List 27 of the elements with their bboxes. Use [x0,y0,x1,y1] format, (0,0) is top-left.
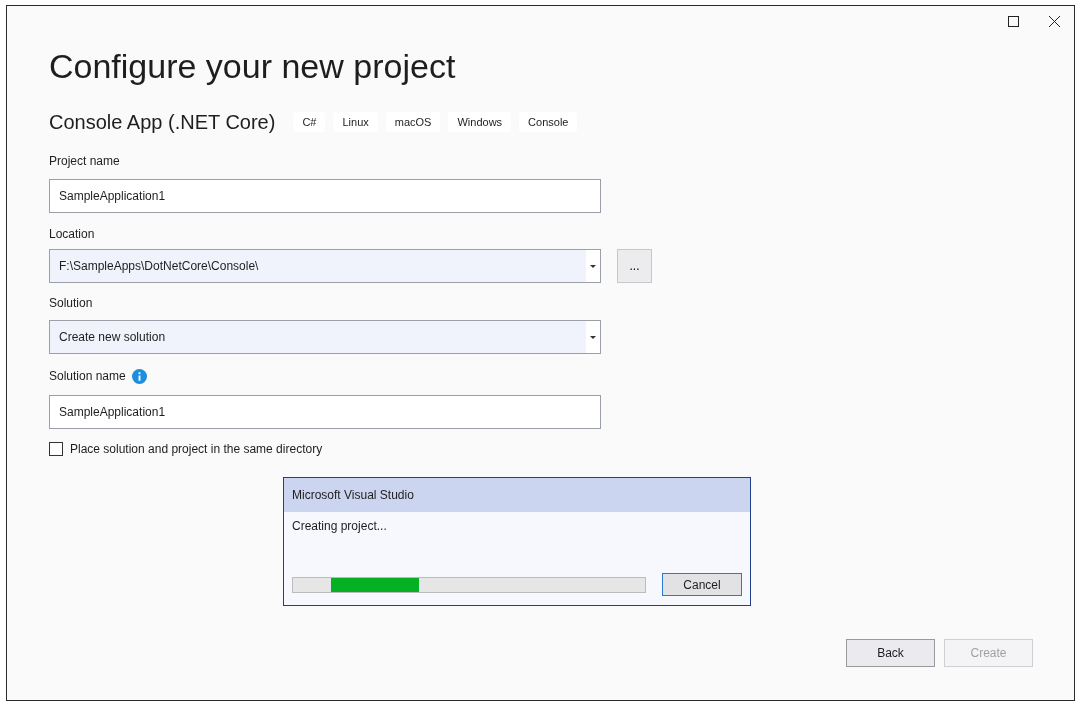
footer-button[interactable]: Back [846,639,935,667]
field-label: Project name [49,153,120,170]
info-icon[interactable] [131,368,147,384]
dropdown-field[interactable]: F:\SampleApps\DotNetCore\Console\ [49,249,601,283]
tag: Windows [448,112,512,132]
text-field[interactable]: SampleApplication1 [49,179,601,213]
tag: Console [519,112,578,132]
browse-button[interactable]: ... [617,249,652,283]
checkbox-label: Place solution and project in the same directory [70,442,323,456]
close-icon[interactable] [1049,15,1060,27]
field-label: Location [49,226,95,243]
field-label: Solution name [49,368,126,385]
template-name: Console App (.NET Core) [49,110,276,134]
tag: C# [293,112,326,132]
dropdown-caret-icon [590,264,596,268]
field-label: Solution [49,295,93,312]
dialog-title: Microsoft Visual Studio [292,488,414,502]
checkbox[interactable] [49,442,63,456]
page-title: Configure your new project [49,46,457,86]
tag: Linux [333,112,378,132]
text-field[interactable]: SampleApplication1 [49,395,601,429]
tag: macOS [385,112,441,132]
cancel-button[interactable]: Cancel [662,573,742,596]
dropdown-field[interactable]: Create new solution [49,320,601,354]
maximize-icon[interactable] [1008,15,1019,27]
dropdown-caret-icon [590,335,596,339]
dialog-message: Creating project... [291,518,388,533]
